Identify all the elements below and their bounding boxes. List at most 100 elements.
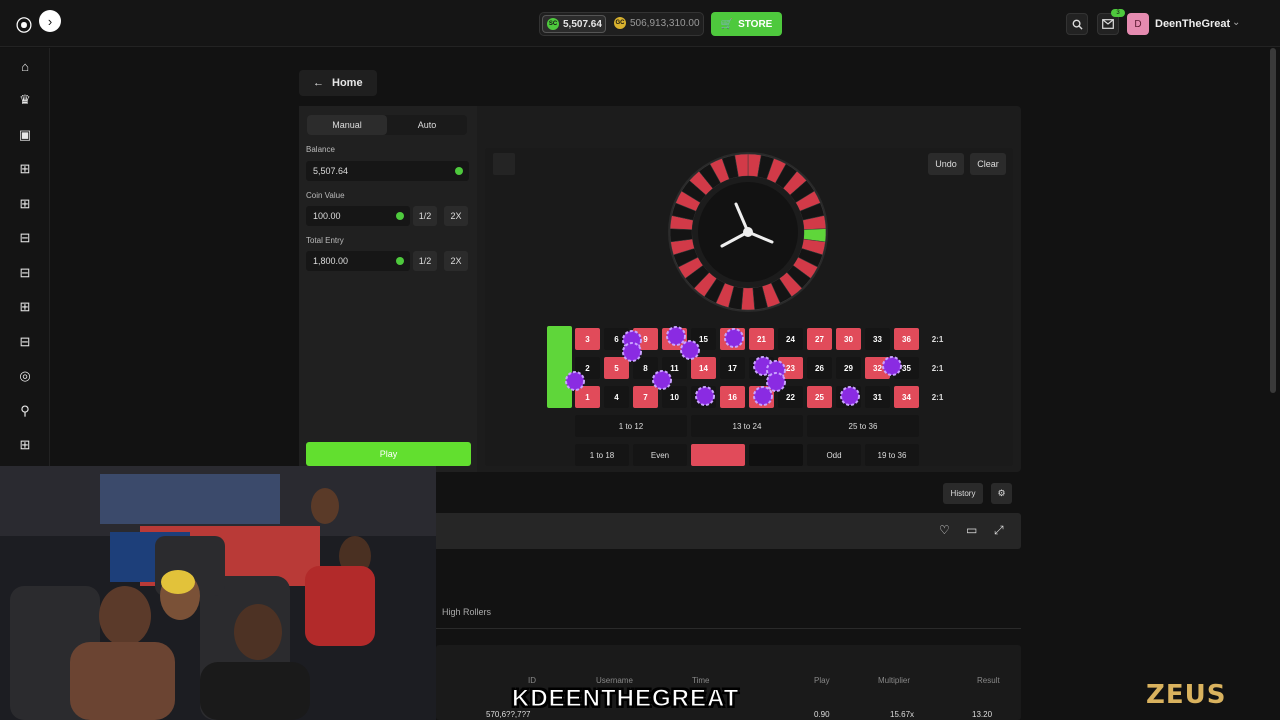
number-cell-32[interactable]: 32	[865, 357, 890, 379]
number-cell-5[interactable]: 5	[604, 357, 629, 379]
number-cell-24[interactable]: 24	[778, 328, 803, 350]
gift-icon[interactable]: ⊞	[17, 299, 33, 315]
number-cell-22[interactable]: 22	[778, 386, 803, 408]
gift-icon[interactable]: ⊞	[17, 196, 33, 212]
avatar[interactable]: D	[1127, 13, 1149, 35]
number-cell-9[interactable]: 9	[633, 328, 658, 350]
number-cell-26[interactable]: 26	[807, 357, 832, 379]
number-cell-35[interactable]: 35	[894, 357, 919, 379]
user-add-icon[interactable]: ⚲	[17, 403, 33, 419]
zero-cell[interactable]	[547, 326, 572, 408]
store-button[interactable]: 🛒 STORE	[711, 12, 782, 36]
number-cell-2[interactable]: 2	[575, 357, 600, 379]
number-cell-14[interactable]: 14	[691, 357, 716, 379]
search-button[interactable]	[1066, 13, 1088, 35]
sc-balance-chip[interactable]: SC 5,507.64	[542, 15, 606, 33]
site-logo[interactable]: ⦿	[16, 12, 32, 36]
coin-half-button[interactable]: 1/2	[413, 206, 437, 226]
col-header-play: Play	[814, 676, 830, 685]
play-button[interactable]: Play	[306, 442, 471, 466]
history-button[interactable]: History	[943, 483, 983, 504]
column-bet-3[interactable]: 2:1	[925, 328, 950, 350]
column-bet-2[interactable]: 2:1	[925, 357, 950, 379]
number-cell-15[interactable]: 15	[691, 328, 716, 350]
coin-value-input[interactable]: 100.00	[306, 206, 410, 226]
bet-19-to-36[interactable]: 19 to 36	[865, 444, 919, 466]
number-cell-10[interactable]: 10	[662, 386, 687, 408]
number-cell-7[interactable]: 7	[633, 386, 658, 408]
back-home-button[interactable]: ← Home	[299, 70, 377, 96]
number-cell-13[interactable]: 13	[691, 386, 716, 408]
total-entry-label: Total Entry	[306, 236, 344, 245]
total-entry-input[interactable]: 1,800.00	[306, 251, 410, 271]
number-cell-12[interactable]: 12	[662, 328, 687, 350]
gift-box-icon[interactable]: ▣	[17, 127, 33, 143]
bet-even[interactable]: Even	[633, 444, 687, 466]
crown-icon[interactable]: ♛	[17, 92, 33, 108]
number-cell-31[interactable]: 31	[865, 386, 890, 408]
bet-odd[interactable]: Odd	[807, 444, 861, 466]
ticket-icon[interactable]: ⊟	[17, 230, 33, 246]
mail-icon	[1102, 19, 1114, 29]
number-cell-6[interactable]: 6	[604, 328, 629, 350]
ticket-icon[interactable]: ⊟	[17, 265, 33, 281]
gc-balance-chip[interactable]: GC 506,913,310.00	[614, 17, 700, 29]
support-icon[interactable]: ◎	[17, 368, 33, 384]
gift-icon[interactable]: ⊞	[17, 161, 33, 177]
number-cell-4[interactable]: 4	[604, 386, 629, 408]
wallet-selector[interactable]: SC 5,507.64 GC 506,913,310.00	[539, 12, 704, 36]
settings-button[interactable]: ⚙	[991, 483, 1012, 504]
gc-coin-icon: GC	[614, 17, 626, 29]
number-cell-11[interactable]: 11	[662, 357, 687, 379]
number-cell-25[interactable]: 25	[807, 386, 832, 408]
sidebar-expand-button[interactable]: ›	[39, 10, 61, 32]
bet-black[interactable]	[749, 444, 803, 466]
coin-value-label: Coin Value	[306, 191, 345, 200]
chevron-down-icon[interactable]: ⌄	[1232, 17, 1240, 28]
clear-button[interactable]: Clear	[970, 153, 1006, 175]
number-cell-28[interactable]: 28	[836, 386, 861, 408]
ticket-icon[interactable]: ⊟	[17, 334, 33, 350]
gift-icon[interactable]: ⊞	[17, 437, 33, 453]
number-cell-36[interactable]: 36	[894, 328, 919, 350]
dozen-bet-3[interactable]: 25 to 36	[807, 415, 919, 437]
number-cell-8[interactable]: 8	[633, 357, 658, 379]
entry-double-button[interactable]: 2X	[444, 251, 468, 271]
sound-toggle[interactable]	[493, 153, 515, 175]
number-cell-18[interactable]: 18	[720, 328, 745, 350]
dozen-bet-2[interactable]: 13 to 24	[691, 415, 803, 437]
coin-double-button[interactable]: 2X	[444, 206, 468, 226]
number-cell-30[interactable]: 30	[836, 328, 861, 350]
entry-half-button[interactable]: 1/2	[413, 251, 437, 271]
number-cell-3[interactable]: 3	[575, 328, 600, 350]
number-cell-29[interactable]: 29	[836, 357, 861, 379]
number-cell-33[interactable]: 33	[865, 328, 890, 350]
number-cell-1[interactable]: 1	[575, 386, 600, 408]
number-cell-20[interactable]: 20	[749, 357, 774, 379]
page-scrollbar[interactable]	[1270, 48, 1276, 393]
bet-1-to-18[interactable]: 1 to 18	[575, 444, 629, 466]
number-cell-23[interactable]: 23	[778, 357, 803, 379]
bet-red[interactable]	[691, 444, 745, 466]
high-rollers-tab[interactable]: High Rollers	[442, 607, 491, 617]
coin-value: 100.00	[313, 211, 341, 221]
home-icon[interactable]: ⌂	[17, 58, 33, 74]
tab-manual[interactable]: Manual	[307, 115, 387, 135]
heart-icon[interactable]: ♡	[939, 523, 950, 537]
username[interactable]: DeenTheGreat	[1155, 18, 1230, 30]
fullscreen-icon[interactable]: ⤢	[994, 523, 1004, 538]
number-cell-21[interactable]: 21	[749, 328, 774, 350]
number-cell-34[interactable]: 34	[894, 386, 919, 408]
number-cell-16[interactable]: 16	[720, 386, 745, 408]
theater-mode-icon[interactable]: ▭	[966, 523, 977, 537]
number-cell-27[interactable]: 27	[807, 328, 832, 350]
gear-icon: ⚙	[997, 488, 1006, 498]
undo-button[interactable]: Undo	[928, 153, 964, 175]
dozen-bet-1[interactable]: 1 to 12	[575, 415, 687, 437]
tab-auto[interactable]: Auto	[387, 115, 467, 135]
number-cell-17[interactable]: 17	[720, 357, 745, 379]
search-icon	[1072, 19, 1083, 30]
number-cell-19[interactable]: 19	[749, 386, 774, 408]
column-bet-1[interactable]: 2:1	[925, 386, 950, 408]
sc-coin-icon	[455, 167, 463, 175]
